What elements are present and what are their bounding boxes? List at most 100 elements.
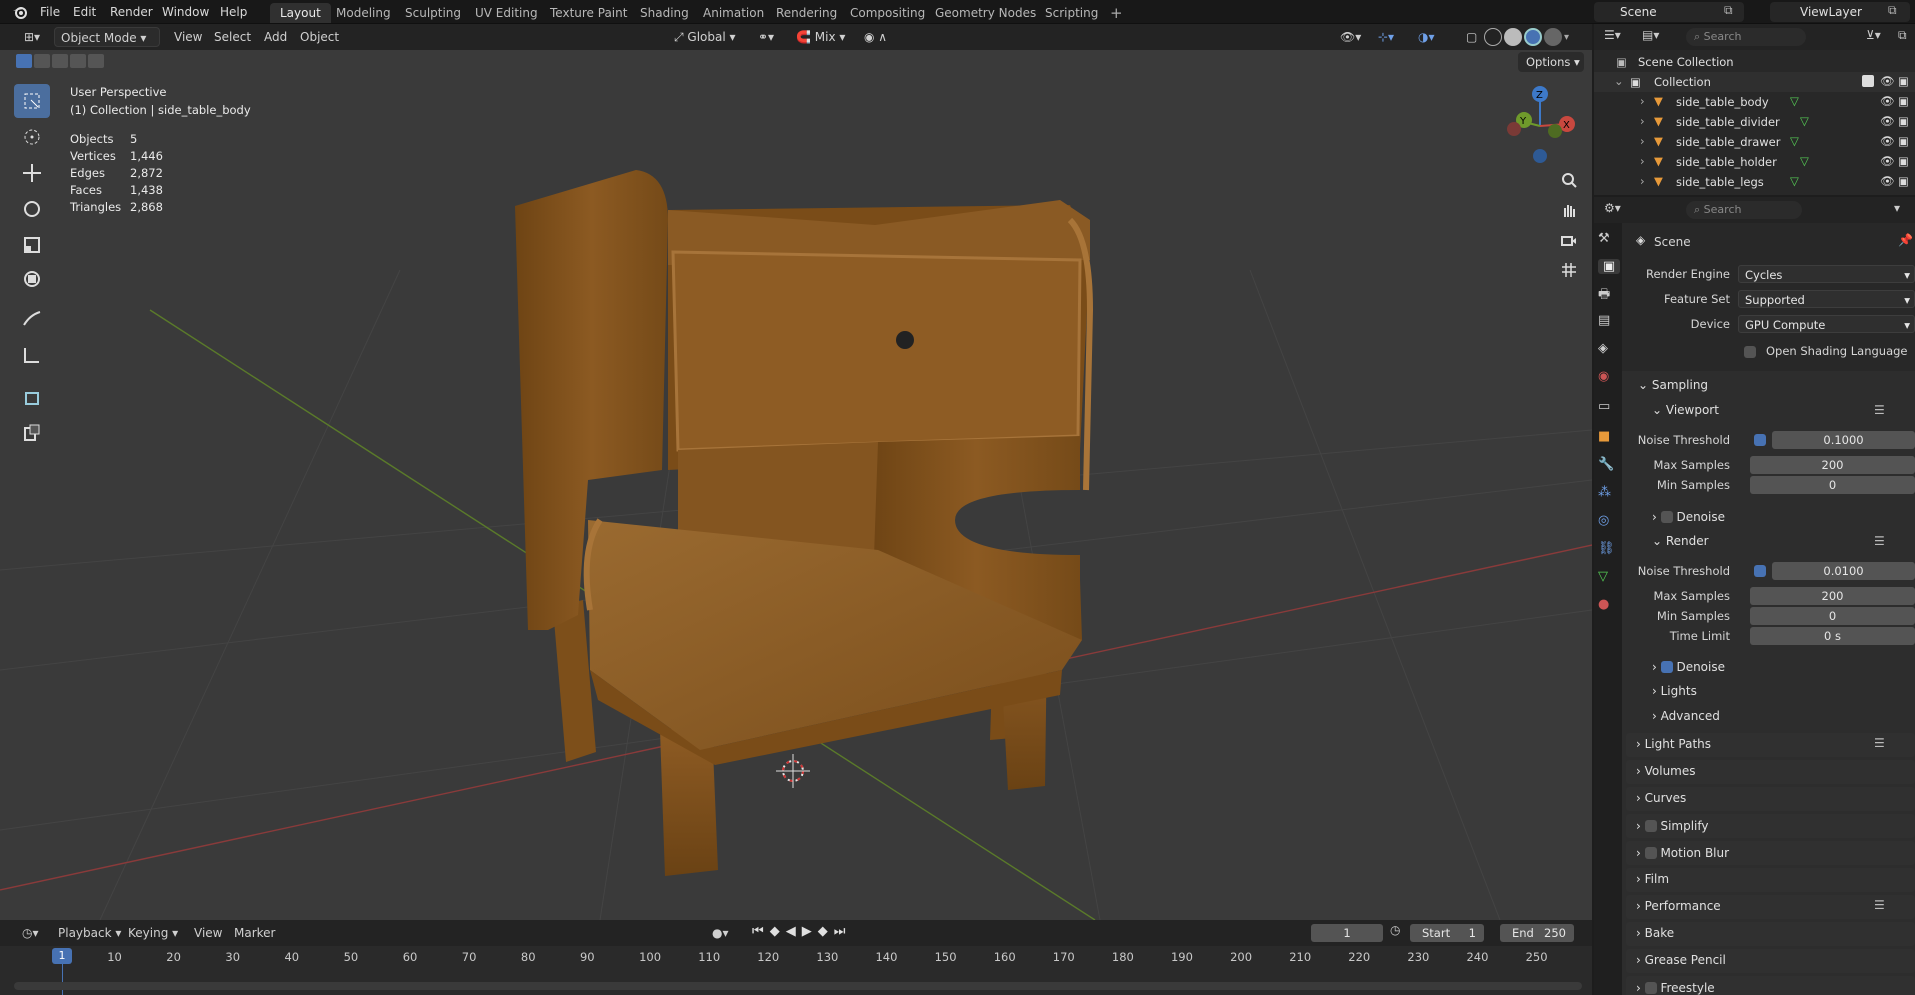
panel-checkbox[interactable] <box>1644 820 1657 832</box>
mesh-data-icon[interactable]: ▽ <box>1790 134 1799 148</box>
tab-modeling[interactable]: Modeling <box>326 3 401 23</box>
collection-row[interactable]: ⌄ ▣ Collection 👁 ▣ <box>1594 72 1915 92</box>
presets-icon[interactable]: ☰ <box>1874 736 1885 750</box>
visibility-eye-icon[interactable]: 👁 <box>1880 174 1895 188</box>
panel-header-curves[interactable]: › Curves <box>1626 787 1915 811</box>
hand-icon[interactable] <box>1556 197 1582 223</box>
scene-tab-icon[interactable]: ◈ <box>1598 341 1608 356</box>
panel-header-motion-blur[interactable]: › Motion Blur <box>1626 841 1915 865</box>
render-presets-icon[interactable]: ☰ <box>1874 534 1885 548</box>
menu-render[interactable]: Render <box>110 0 153 24</box>
outliner-search-input[interactable]: ⌕ Search <box>1686 28 1806 46</box>
tab-scripting[interactable]: Scripting <box>1035 3 1108 23</box>
navigation-gizmo[interactable]: Z X Y <box>1507 86 1575 163</box>
menu-select[interactable]: Select <box>208 27 257 47</box>
collection-tab-icon[interactable]: ▭ <box>1598 399 1610 414</box>
expand-icon[interactable]: › <box>1640 134 1645 148</box>
render-camera-icon[interactable]: ▣ <box>1898 154 1909 168</box>
expand-icon[interactable]: ⌄ <box>1614 74 1624 88</box>
panel-header-volumes[interactable]: › Volumes <box>1626 760 1915 784</box>
jump-end-icon[interactable]: ⏭ <box>834 924 846 939</box>
grid-icon[interactable] <box>1556 257 1582 283</box>
panel-header-freestyle[interactable]: › Freestyle <box>1626 976 1915 995</box>
properties-search-input[interactable]: ⌕ Search <box>1686 201 1802 219</box>
menu-add[interactable]: Add <box>258 27 293 47</box>
select-invert-icon[interactable] <box>70 54 86 68</box>
playhead[interactable]: 1 <box>52 948 72 964</box>
add-workspace-icon[interactable]: + <box>1100 3 1133 23</box>
scene-selector[interactable]: Scene ⧉ <box>1594 2 1744 22</box>
tab-texture-paint[interactable]: Texture Paint <box>540 3 637 23</box>
osl-checkbox[interactable] <box>1744 346 1756 358</box>
rotate-icon[interactable] <box>14 192 50 226</box>
prev-keyframe-icon[interactable]: ◆ <box>770 924 780 939</box>
mesh-data-icon[interactable]: ▽ <box>1800 154 1809 168</box>
visibility-eye-icon[interactable]: 👁 <box>1880 74 1895 88</box>
side-table-model[interactable] <box>515 170 1094 876</box>
select-subtract-icon[interactable] <box>52 54 68 68</box>
tab-shading[interactable]: Shading <box>630 3 699 23</box>
blender-logo-icon[interactable] <box>12 4 28 20</box>
rendered-shading-icon[interactable] <box>1544 28 1562 46</box>
vp-noise-threshold-field[interactable]: 0.1000 <box>1772 431 1915 449</box>
vp-denoise-header[interactable]: › Denoise <box>1652 509 1725 524</box>
menu-help[interactable]: Help <box>220 0 247 24</box>
r-max-samples-field[interactable]: 200 <box>1750 587 1915 605</box>
visibility-eye-icon[interactable]: 👁 <box>1880 154 1895 168</box>
r-min-samples-field[interactable]: 0 <box>1750 607 1915 625</box>
pin-icon[interactable]: 📌 <box>1898 233 1913 247</box>
start-frame-field[interactable]: Start 1 <box>1410 924 1484 942</box>
output-tab-icon[interactable]: 🖶 <box>1598 285 1610 307</box>
render-camera-icon[interactable]: ▣ <box>1898 174 1909 188</box>
current-frame-field[interactable]: 1 <box>1311 924 1383 942</box>
expand-icon[interactable]: › <box>1640 114 1645 128</box>
panel-header-grease-pencil[interactable]: › Grease Pencil <box>1626 949 1915 973</box>
extrude-icon[interactable] <box>14 416 50 450</box>
tab-geometry-nodes[interactable]: Geometry Nodes <box>925 3 1046 23</box>
tab-rendering[interactable]: Rendering <box>766 3 847 23</box>
panel-header-film[interactable]: › Film <box>1626 868 1915 892</box>
tab-compositing[interactable]: Compositing <box>840 3 935 23</box>
menu-marker[interactable]: Marker <box>228 923 281 943</box>
data-tab-icon[interactable]: ▽ <box>1598 569 1608 584</box>
device-dropdown[interactable]: GPU Compute ▾ <box>1738 315 1915 333</box>
expand-icon[interactable]: › <box>1640 94 1645 108</box>
vp-min-samples-field[interactable]: 0 <box>1750 476 1915 494</box>
filter-icon[interactable]: ⊻▾ <box>1866 28 1881 42</box>
physics-tab-icon[interactable]: ◎ <box>1598 513 1609 528</box>
menu-object[interactable]: Object <box>294 27 345 47</box>
render-engine-dropdown[interactable]: Cycles ▾ <box>1738 265 1915 283</box>
visibility-eye-icon[interactable]: 👁 <box>1880 94 1895 108</box>
shading-options-icon[interactable]: ▾ <box>1564 32 1578 43</box>
menu-window[interactable]: Window <box>162 0 209 24</box>
outliner-object-row[interactable]: › ▼ side_table_divider ▽ 👁 ▣ <box>1594 112 1915 132</box>
outliner-object-row[interactable]: › ▼ side_table_drawer ▽ 👁 ▣ <box>1594 132 1915 152</box>
particles-tab-icon[interactable]: ⁂ <box>1598 485 1611 500</box>
feature-set-dropdown[interactable]: Supported ▾ <box>1738 290 1915 308</box>
new-scene-icon[interactable]: ⧉ <box>1724 3 1733 18</box>
render-camera-icon[interactable]: ▣ <box>1898 94 1909 108</box>
new-collection-icon[interactable]: ⧉ <box>1898 28 1907 43</box>
r-noise-threshold-field[interactable]: 0.0100 <box>1772 562 1915 580</box>
material-tab-icon[interactable]: ● <box>1598 597 1609 612</box>
orientation-dropdown[interactable]: ⤢ Global ▾ <box>668 27 742 47</box>
render-camera-icon[interactable]: ▣ <box>1898 74 1909 88</box>
r-time-limit-field[interactable]: 0 s <box>1750 627 1915 645</box>
mesh-data-icon[interactable]: ▽ <box>1790 174 1799 188</box>
wireframe-shading-icon[interactable] <box>1484 28 1502 46</box>
visibility-eye-icon[interactable]: 👁 <box>1880 114 1895 128</box>
material-shading-icon[interactable] <box>1524 28 1542 46</box>
render-camera-icon[interactable]: ▣ <box>1898 134 1909 148</box>
menu-file[interactable]: File <box>40 0 60 24</box>
play-reverse-icon[interactable]: ◀ <box>786 924 796 939</box>
cursor-icon[interactable] <box>14 120 50 154</box>
menu-edit[interactable]: Edit <box>73 0 96 24</box>
measure-icon[interactable] <box>14 338 50 372</box>
view-layer-tab-icon[interactable]: ▤ <box>1598 313 1610 328</box>
snap-dropdown[interactable]: 🧲 Mix ▾ <box>790 27 851 47</box>
advanced-subpanel-header[interactable]: › Advanced <box>1652 709 1720 723</box>
end-frame-field[interactable]: End 250 <box>1500 924 1574 942</box>
r-denoise-checkbox[interactable] <box>1660 661 1673 673</box>
select-new-icon[interactable] <box>16 54 32 68</box>
vp-max-samples-field[interactable]: 200 <box>1750 456 1915 474</box>
